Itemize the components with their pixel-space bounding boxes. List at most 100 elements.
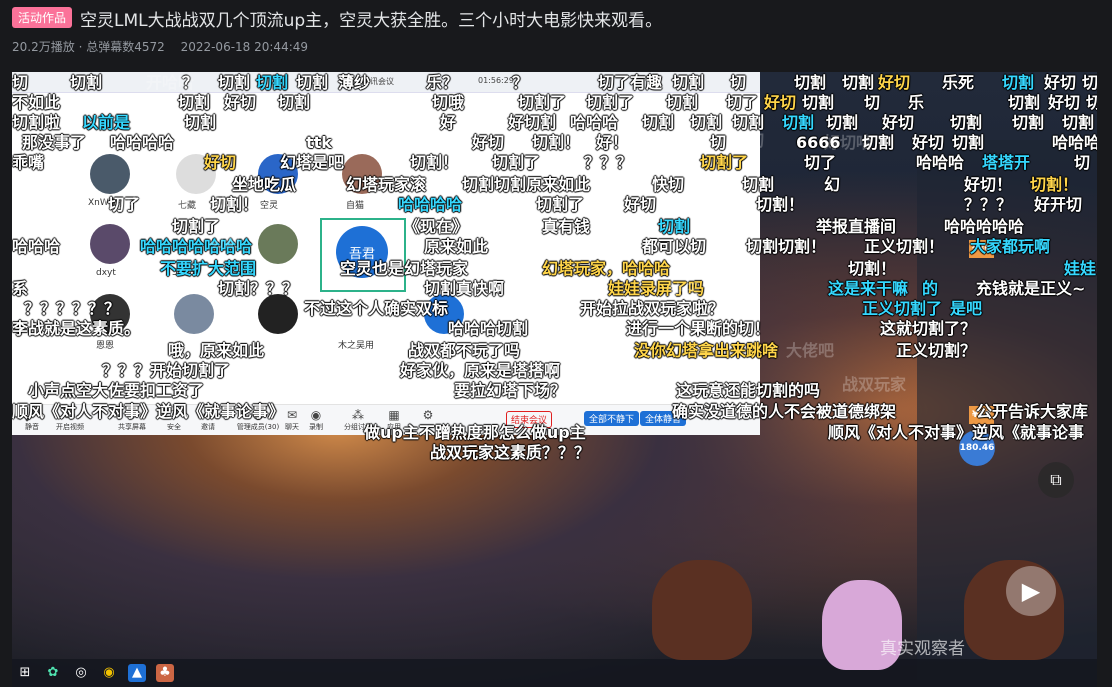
danmaku-comment: 哈哈哈 bbox=[916, 153, 965, 172]
danmaku-comment: 好切 bbox=[624, 195, 657, 214]
meeting-timer: 01:56:29 bbox=[478, 76, 514, 85]
danmaku-comment: ？？？ bbox=[964, 195, 1013, 214]
participant-avatar[interactable] bbox=[90, 154, 130, 194]
danmaku-comment: 切割！ bbox=[756, 195, 805, 214]
danmaku-comment: 切割？？？ bbox=[218, 279, 299, 298]
app-icon[interactable]: ✿ bbox=[44, 664, 62, 682]
danmaku-comment: 是吧 bbox=[950, 299, 983, 318]
chibi-character-image bbox=[652, 560, 752, 660]
danmaku-comment: 做up主不蹭热度那怎么做up主 bbox=[364, 423, 586, 442]
gear-icon: ⚙ bbox=[422, 408, 434, 422]
danmaku-comment: 以前是 bbox=[82, 113, 131, 132]
danmaku-comment: 哈哈哈哈 bbox=[110, 133, 175, 152]
record-button[interactable]: ◉ 录制 bbox=[296, 408, 336, 432]
danmaku-comment: 哈哈哈 bbox=[354, 107, 403, 126]
danmaku-comment: 李战就是这素质。 bbox=[12, 319, 141, 338]
video-player[interactable]: ¥30 ¥30 x1 180.46 腾讯会议 01:56:29 XnWwa 七藏… bbox=[12, 72, 1097, 687]
danmaku-comment: 切割 bbox=[1008, 93, 1041, 112]
danmaku-comment: 切割了 bbox=[492, 153, 541, 172]
danmaku-comment: 公开告诉大家库 bbox=[976, 402, 1089, 421]
play-count: 20.2万播放 bbox=[12, 40, 75, 54]
video-meta: 20.2万播放 · 总弹幕数4572 2022-06-18 20:44:49 bbox=[12, 38, 308, 55]
danmaku-comment: 正义切割了 bbox=[862, 299, 943, 318]
danmaku-comment: 切了 bbox=[726, 93, 759, 112]
danmaku-comment: 不要扩大范围 bbox=[160, 259, 257, 278]
danmaku-comment: 《现在》 bbox=[404, 217, 469, 236]
danmaku-comment: 切哦 bbox=[432, 93, 465, 112]
danmaku-comment: 切割 bbox=[672, 73, 705, 92]
danmaku-comment: 原来如此 bbox=[424, 237, 489, 256]
danmaku-comment: 快乐 bbox=[668, 281, 701, 300]
picture-in-picture-icon[interactable]: ⧉ bbox=[1038, 462, 1074, 498]
danmaku-comment: 哈哈哈哈 bbox=[398, 195, 463, 214]
danmaku-comment: 好切 bbox=[204, 153, 237, 172]
record-icon: ◉ bbox=[310, 408, 322, 422]
danmaku-comment: 好切 bbox=[224, 93, 257, 112]
activity-badge[interactable]: 活动作品 bbox=[12, 7, 73, 28]
windows-start-icon[interactable]: ⊞ bbox=[16, 664, 34, 682]
danmaku-comment: 好切 bbox=[878, 73, 911, 92]
active-speaker-tile[interactable]: 吾君 bbox=[320, 218, 406, 292]
danmaku-comment: 哈哈哈 bbox=[1052, 133, 1097, 152]
danmaku-comment: 好切 bbox=[1044, 73, 1077, 92]
danmaku-comment: 切割切割！ bbox=[746, 237, 827, 256]
danmaku-comment: 这么气 bbox=[492, 197, 541, 216]
danmaku-comment: 切割 bbox=[1012, 113, 1045, 132]
danmaku-comment: 切割啦 bbox=[12, 113, 61, 132]
danmaku-comment: 切 bbox=[12, 73, 29, 92]
danmaku-comment: 充钱就是正义~ bbox=[976, 279, 1086, 298]
danmaku-comment: 哈哈哈哈哈 bbox=[944, 217, 1025, 236]
danmaku-comment: 切 bbox=[864, 93, 881, 112]
unmute-all-button[interactable]: 全部不静下 bbox=[584, 411, 640, 426]
danmaku-comment: 乐？ bbox=[426, 73, 459, 92]
danmaku-comment: 玩家 bbox=[598, 379, 631, 398]
danmaku-comment: 开始拉战双玩家啦？ bbox=[580, 299, 725, 318]
participant-avatar[interactable] bbox=[258, 294, 298, 334]
danmaku-comment: 切割 bbox=[466, 257, 499, 276]
participant-name: 木之吴用 bbox=[338, 341, 375, 351]
danmaku-comment: 什么 bbox=[466, 101, 499, 120]
settings-button[interactable]: ⚙ bbox=[408, 408, 448, 422]
danmaku-comment: 好切 bbox=[732, 131, 765, 150]
danmaku-comment: 切割 bbox=[1062, 113, 1095, 132]
danmaku-comment: 切 bbox=[710, 133, 727, 152]
danmaku-comment: 切割 bbox=[794, 73, 827, 92]
danmaku-comment: 切割真快啊 bbox=[424, 279, 505, 298]
danmaku-comment: 快切 bbox=[652, 175, 685, 194]
danmaku-comment: 幻塔玩家，哈哈哈 bbox=[542, 259, 671, 278]
video-title: 空灵LML大战战双几个顶流up主，空灵大获全胜。三个小时大电影快来观看。 bbox=[80, 11, 663, 31]
danmaku-comment: 切割 bbox=[732, 113, 765, 132]
danmaku-comment: 哈哈哈 bbox=[570, 113, 619, 132]
participant-avatar[interactable] bbox=[90, 224, 130, 264]
danmaku-comment: 切割 bbox=[184, 113, 217, 132]
danmaku-comment: 开哈哈 bbox=[146, 73, 195, 92]
danmaku-comment: 从来没有过的一种 bbox=[100, 195, 229, 214]
danmaku-comment: 好切 bbox=[472, 133, 505, 152]
danmaku-comment: 切割 bbox=[666, 93, 699, 112]
app-icon[interactable]: ◎ bbox=[72, 664, 90, 682]
danmaku-comment: 乐 bbox=[908, 93, 925, 112]
danmaku-comment: 举报直播间 bbox=[816, 217, 897, 236]
danmaku-comment: 切割切割原来如此 bbox=[462, 175, 591, 194]
danmaku-comment: 切割 bbox=[218, 73, 251, 92]
play-icon[interactable]: ▶ bbox=[1006, 566, 1056, 616]
danmaku-comment: 切割 bbox=[690, 113, 723, 132]
danmaku-comment: 什么 bbox=[582, 321, 615, 340]
danmaku-comment: ？？？ bbox=[584, 153, 633, 172]
app-icon[interactable]: ♣ bbox=[156, 664, 174, 682]
danmaku-comment: 好切哈 bbox=[824, 133, 873, 152]
toolbar-label: 静音 bbox=[25, 423, 39, 431]
chrome-icon[interactable]: ◉ bbox=[100, 664, 118, 682]
danmaku-comment: 切割 bbox=[826, 113, 859, 132]
danmaku-comment: 顺风《对人不对事》逆风《就事论事 bbox=[828, 423, 1085, 442]
danmaku-comment: 幻塔是吧 bbox=[280, 153, 345, 172]
danmaku-comment: 切割 bbox=[70, 73, 103, 92]
danmaku-comment: 薄纱 bbox=[338, 73, 371, 92]
danmaku-comment: 切割 bbox=[296, 73, 329, 92]
participant-avatar[interactable] bbox=[174, 294, 214, 334]
danmaku-comment: 切割！ bbox=[1030, 175, 1079, 194]
app-icon[interactable]: ▲ bbox=[128, 664, 146, 682]
danmaku-comment: 切割 bbox=[208, 231, 241, 250]
danmaku-comment: 战双玩家 bbox=[842, 375, 907, 394]
participant-avatar[interactable] bbox=[258, 224, 298, 264]
